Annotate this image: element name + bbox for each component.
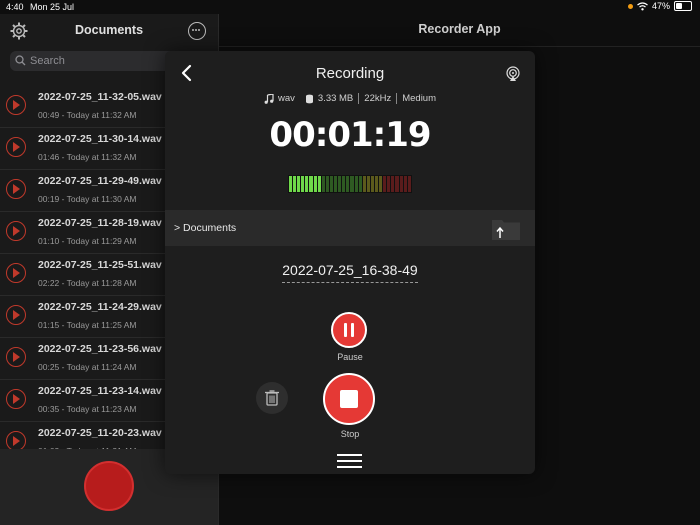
meter-segment <box>313 176 317 192</box>
recording-name: 2022-07-25_11-23-56.wav <box>38 343 162 355</box>
airplay-icon[interactable] <box>505 66 521 82</box>
meter-segment <box>321 176 325 192</box>
meter-segment <box>407 176 411 192</box>
meter-segment <box>329 176 334 192</box>
play-icon[interactable] <box>6 137 26 157</box>
pause-label: Pause <box>337 352 363 362</box>
battery-icon <box>674 1 692 11</box>
meter-segment <box>395 176 399 192</box>
recording-meta: 00:35 - Today at 11:23 AM <box>38 404 137 414</box>
status-date: Mon 25 Jul <box>30 2 75 12</box>
meter-segment <box>350 176 354 192</box>
recording-timer: 00:01:19 <box>269 115 431 155</box>
meter-segment <box>334 176 338 192</box>
recording-name: 2022-07-25_11-29-49.wav <box>38 175 162 187</box>
meter-segment <box>289 176 293 192</box>
play-icon[interactable] <box>6 347 26 367</box>
recording-name: 2022-07-25_11-24-29.wav <box>38 301 162 313</box>
recording-meta: 00:49 - Today at 11:32 AM <box>38 110 137 120</box>
meter-segment <box>354 176 358 192</box>
sidebar-header: Documents <box>0 14 218 48</box>
recording-name: 2022-07-25_11-25-51.wav <box>38 259 162 271</box>
recording-title: Recording <box>315 65 385 82</box>
meter-segment <box>346 176 350 192</box>
recording-meta: 02:22 - Today at 11:28 AM <box>38 278 137 288</box>
quality-label: Medium <box>402 93 437 104</box>
recording-meta: 00:25 - Today at 11:24 AM <box>38 362 137 372</box>
recording-name: 2022-07-25_11-30-14.wav <box>38 133 162 145</box>
play-icon[interactable] <box>6 431 26 451</box>
format-label: wav <box>277 93 295 104</box>
recording-name: 2022-07-25_11-28-19.wav <box>38 217 162 229</box>
meter-segment <box>366 176 370 192</box>
meter-segment <box>342 176 346 192</box>
folder-bar[interactable]: > Documents <box>165 210 535 246</box>
trash-icon <box>265 390 279 406</box>
stop-icon <box>340 390 358 408</box>
play-icon[interactable] <box>6 179 26 199</box>
meter-segment <box>379 176 383 192</box>
record-button[interactable] <box>84 461 134 511</box>
search-placeholder: Search <box>30 55 65 67</box>
play-icon[interactable] <box>6 389 26 409</box>
recording-name: 2022-07-25_11-32-05.wav <box>38 91 162 103</box>
mic-indicator-icon <box>627 3 633 9</box>
status-bar: 4:40 Mon 25 Jul 47% <box>0 0 700 14</box>
pause-button[interactable] <box>331 312 367 348</box>
music-note-icon <box>264 93 274 104</box>
recording-meta: 00:19 - Today at 11:30 AM <box>38 194 137 204</box>
stop-label: Stop <box>340 429 360 439</box>
filename-field[interactable]: 2022-07-25_16-38-49 <box>165 262 535 278</box>
meter-segment <box>293 176 297 192</box>
filename-underline <box>282 282 418 283</box>
recording-meta: 01:15 - Today at 11:25 AM <box>38 320 137 330</box>
meter-segment <box>297 176 301 192</box>
more-options-icon[interactable] <box>188 22 206 40</box>
sidebar-title: Documents <box>74 23 144 37</box>
search-icon <box>15 55 26 66</box>
recording-meta: 01:46 - Today at 11:32 AM <box>38 152 137 162</box>
size-label: 3.33 MB <box>317 93 354 104</box>
meter-segment <box>325 176 329 192</box>
play-icon[interactable] <box>6 221 26 241</box>
meter-segment <box>370 176 374 192</box>
meter-segment <box>309 176 313 192</box>
recording-name: 2022-07-25_11-20-23.wav <box>38 427 162 439</box>
meter-segment <box>338 176 342 192</box>
meter-segment <box>383 176 387 192</box>
meter-segment <box>374 176 379 192</box>
main-divider <box>219 46 700 47</box>
folder-label: > Documents <box>174 222 237 234</box>
meter-segment <box>403 176 407 192</box>
status-right: 47% <box>627 1 692 11</box>
meter-segment <box>362 176 366 192</box>
main-title: Recorder App <box>418 22 501 36</box>
recording-info: wav 3.33 MB 22kHz Medium <box>165 93 535 104</box>
meter-segment <box>317 176 321 192</box>
stop-button[interactable] <box>323 373 375 425</box>
play-icon[interactable] <box>6 305 26 325</box>
meter-segment <box>391 176 395 192</box>
meter-segment <box>399 176 403 192</box>
meter-segment <box>358 176 362 192</box>
meter-segment <box>301 176 305 192</box>
meter-segment <box>387 176 391 192</box>
play-icon[interactable] <box>6 263 26 283</box>
recording-panel: Recording wav 3.33 MB 22kHz Medium 00:01… <box>165 51 535 474</box>
wifi-icon <box>637 1 648 10</box>
status-time: 4:40 <box>6 2 24 12</box>
play-icon[interactable] <box>6 95 26 115</box>
menu-icon[interactable] <box>337 454 362 468</box>
recording-name: 2022-07-25_11-23-14.wav <box>38 385 162 397</box>
sample-rate-label: 22kHz <box>364 93 392 104</box>
recording-meta: 01:10 - Today at 11:29 AM <box>38 236 137 246</box>
level-meter <box>288 175 412 193</box>
folder-upload-icon[interactable] <box>491 217 521 241</box>
meter-segment <box>305 176 309 192</box>
battery-percent: 47% <box>651 1 670 11</box>
delete-button[interactable] <box>256 382 288 414</box>
storage-icon <box>305 94 313 103</box>
